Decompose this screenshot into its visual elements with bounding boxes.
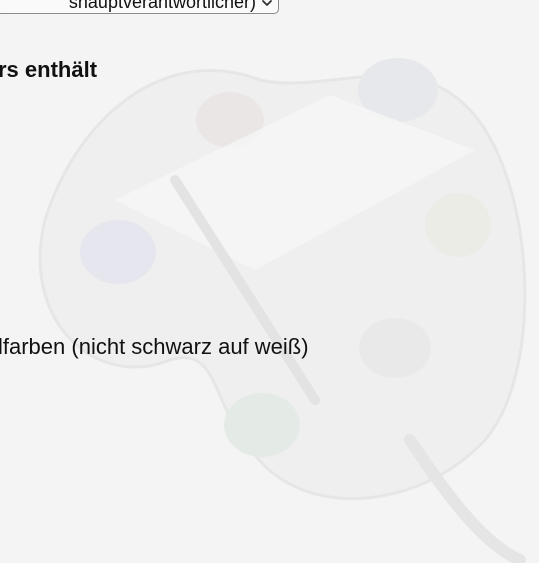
section-heading: rs enthält	[0, 57, 98, 82]
role-select[interactable]: shauptverantwortlicher)	[0, 0, 279, 14]
page: shauptverantwortlicher) rs enthält lfarb…	[0, 0, 539, 563]
painter-palette-icon	[38, 58, 527, 563]
color-option-label: lfarben (nicht schwarz auf weiß)	[0, 334, 309, 359]
chevron-down-icon	[262, 0, 272, 6]
role-select-value: shauptverantwortlicher)	[68, 0, 256, 12]
